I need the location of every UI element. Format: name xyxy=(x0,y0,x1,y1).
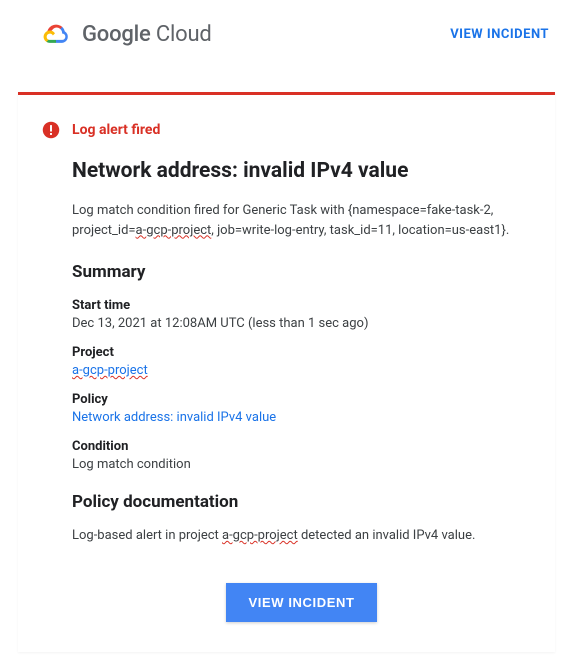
google-cloud-icon xyxy=(40,18,72,50)
policy-label: Policy xyxy=(72,392,531,407)
alert-label: Log alert fired xyxy=(72,122,160,138)
policy-docs-text: Log-based alert in project a-gcp-project… xyxy=(72,528,531,543)
alert-header-row: Log alert fired xyxy=(42,121,531,139)
page-header: Google Cloud VIEW INCIDENT xyxy=(0,0,573,68)
condition-value: Log match condition xyxy=(72,457,531,472)
project-link[interactable]: a-gcp-project xyxy=(72,363,531,378)
policy-field: Policy Network address: invalid IPv4 val… xyxy=(72,392,531,425)
policy-docs-heading: Policy documentation xyxy=(72,492,531,512)
condition-label: Condition xyxy=(72,439,531,454)
condition-field: Condition Log match condition xyxy=(72,439,531,472)
start-time-value: Dec 13, 2021 at 12:08AM UTC (less than 1… xyxy=(72,316,531,331)
start-time-label: Start time xyxy=(72,298,531,313)
button-row: VIEW INCIDENT xyxy=(72,583,531,622)
project-field: Project a-gcp-project xyxy=(72,345,531,378)
policy-link[interactable]: Network address: invalid IPv4 value xyxy=(72,410,531,425)
incident-body: Network address: invalid IPv4 value Log … xyxy=(42,159,531,622)
summary-heading: Summary xyxy=(72,262,531,282)
error-icon xyxy=(42,121,60,139)
incident-description: Log match condition fired for Generic Ta… xyxy=(72,201,531,240)
incident-title: Network address: invalid IPv4 value xyxy=(72,159,531,183)
project-label: Project xyxy=(72,345,531,360)
brand-logo: Google Cloud xyxy=(40,18,212,50)
incident-card: Log alert fired Network address: invalid… xyxy=(18,92,555,652)
view-incident-link[interactable]: VIEW INCIDENT xyxy=(450,27,549,42)
start-time-field: Start time Dec 13, 2021 at 12:08AM UTC (… xyxy=(72,298,531,331)
view-incident-button[interactable]: VIEW INCIDENT xyxy=(226,583,376,622)
brand-text: Google Cloud xyxy=(82,22,212,47)
